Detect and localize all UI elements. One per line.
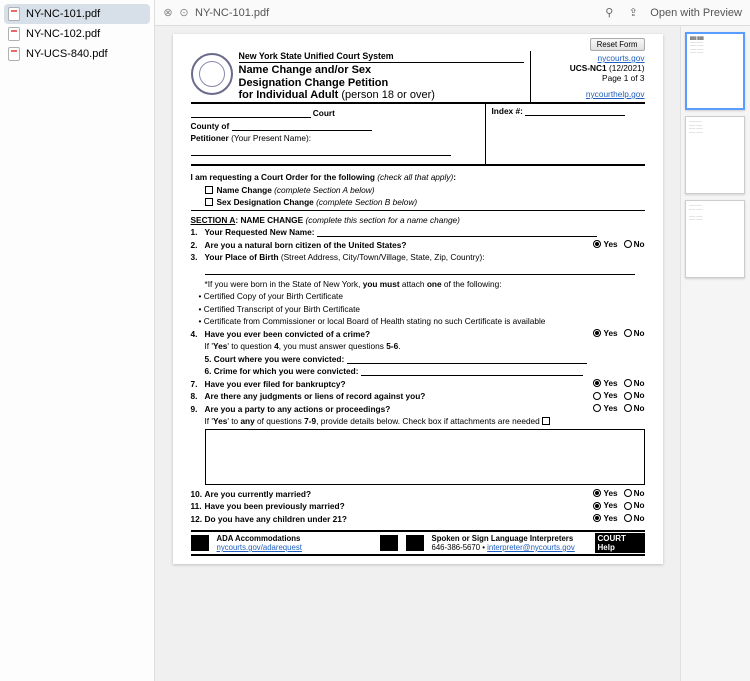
page-footer: ADA Accommodationsnycourts.gov/adareques… [191, 530, 645, 556]
pdf-icon [8, 47, 20, 61]
q7-no[interactable]: No [624, 379, 645, 388]
q2-no[interactable]: No [624, 240, 645, 249]
share-icon[interactable]: ⇪ [626, 6, 640, 20]
q11-no[interactable]: No [624, 501, 645, 510]
file-sidebar: NY-NC-101.pdf NY-NC-102.pdf NY-UCS-840.p… [0, 0, 155, 681]
nycourthelp-link[interactable]: nycourthelp.gov [586, 89, 645, 99]
file-item-2[interactable]: NY-UCS-840.pdf [0, 44, 154, 64]
q7-yes[interactable]: Yes [593, 379, 617, 388]
nycourts-link[interactable]: nycourts.gov [597, 53, 644, 63]
checkbox-name-change[interactable] [205, 186, 213, 194]
interpreter-link[interactable]: interpreter@nycourts.gov [487, 543, 575, 552]
open-with-button[interactable]: Open with Preview [650, 7, 742, 19]
file-item-1[interactable]: NY-NC-102.pdf [0, 24, 154, 44]
thumbnail-page-3[interactable]: ───────── ────── ────── ─── [685, 200, 745, 278]
ada-icon [191, 535, 209, 551]
pdf-page-1: Reset Form New York State Unified Court … [173, 34, 663, 564]
q2-yes[interactable]: Yes [593, 240, 617, 249]
sign-language-icon [406, 535, 424, 551]
file-name: NY-UCS-840.pdf [26, 48, 108, 60]
q12-yes[interactable]: Yes [593, 514, 617, 523]
q4-no[interactable]: No [624, 329, 645, 338]
interpreter-icon [380, 535, 398, 551]
pdf-icon [8, 27, 20, 41]
form-title: Name Change and/or Sex Designation Chang… [239, 64, 524, 102]
search-icon[interactable]: ⚲ [602, 6, 616, 20]
thumbnail-strip: ███ ███───────── ────── ────── ─── ─────… [680, 26, 750, 681]
courthelp-icon: COURT Help [595, 535, 645, 551]
q9-no[interactable]: No [624, 404, 645, 413]
q10-no[interactable]: No [624, 489, 645, 498]
doc-title: NY-NC-101.pdf [195, 7, 269, 19]
thumbnail-page-2[interactable]: ───────── ────── ────── ─── [685, 116, 745, 194]
main-pane: ⊗ ⊙ NY-NC-101.pdf ⚲ ⇪ Open with Preview … [155, 0, 750, 681]
toolbar: ⊗ ⊙ NY-NC-101.pdf ⚲ ⇪ Open with Preview [155, 0, 750, 26]
details-textarea[interactable] [205, 429, 645, 485]
checkbox-sex-change[interactable] [205, 198, 213, 206]
pdf-icon [8, 7, 20, 21]
file-name: NY-NC-102.pdf [26, 28, 100, 40]
q8-yes[interactable]: Yes [593, 391, 617, 400]
back-icon[interactable]: ⊙ [179, 8, 189, 18]
close-icon[interactable]: ⊗ [163, 8, 173, 18]
document-viewport[interactable]: Reset Form New York State Unified Court … [155, 26, 680, 681]
court-system-name: New York State Unified Court System [239, 51, 524, 63]
reset-form-button[interactable]: Reset Form [590, 38, 645, 51]
q9-yes[interactable]: Yes [593, 404, 617, 413]
state-seal-icon [191, 53, 233, 95]
header-right: nycourts.gov UCS-NC1 (12/2021) Page 1 of… [530, 51, 645, 102]
q12-no[interactable]: No [624, 514, 645, 523]
thumbnail-page-1[interactable]: ███ ███───────── ────── ────── ─── [685, 32, 745, 110]
file-item-0[interactable]: NY-NC-101.pdf [4, 4, 150, 24]
q8-no[interactable]: No [624, 391, 645, 400]
q11-yes[interactable]: Yes [593, 501, 617, 510]
attachments-checkbox[interactable] [542, 417, 550, 425]
q4-yes[interactable]: Yes [593, 329, 617, 338]
file-name: NY-NC-101.pdf [26, 8, 100, 20]
ada-link[interactable]: nycourts.gov/adarequest [217, 543, 302, 552]
q10-yes[interactable]: Yes [593, 489, 617, 498]
